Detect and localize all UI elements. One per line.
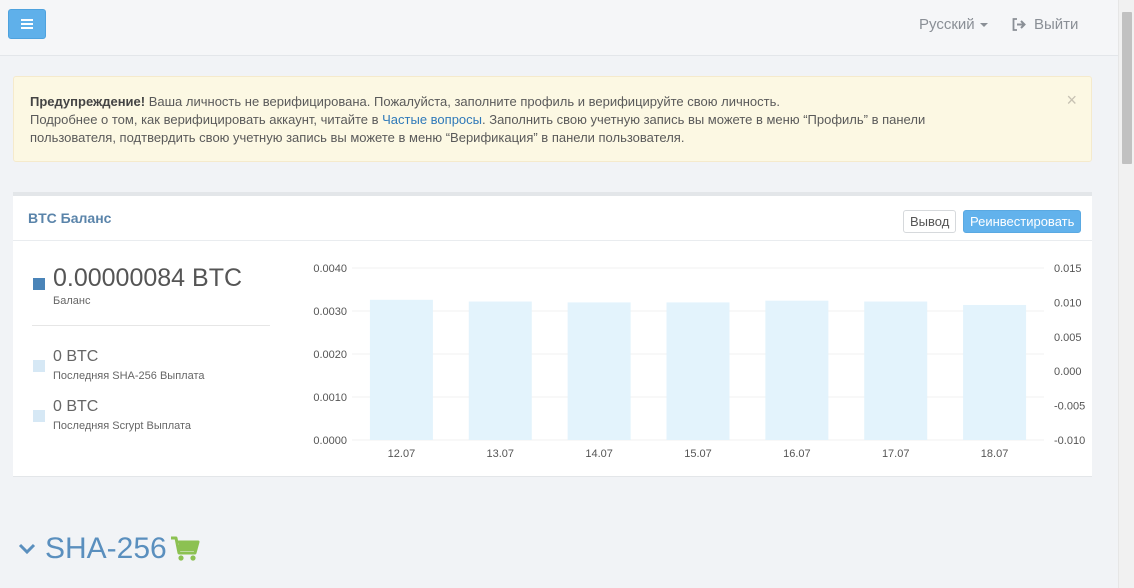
y2-tick-label: -0.005 (1054, 401, 1085, 413)
chart-bar (468, 301, 532, 440)
close-icon[interactable]: × (1066, 91, 1077, 109)
chart-bar (666, 302, 730, 440)
sha256-payout-value: 0 BTC (53, 348, 99, 365)
x-tick-label: 18.07 (981, 448, 1009, 460)
sign-out-icon (1012, 18, 1026, 31)
hamburger-icon (21, 19, 33, 29)
scrypt-payout-value: 0 BTC (53, 398, 99, 415)
x-tick-label: 17.07 (882, 448, 910, 460)
y-tick-label: 0.0020 (313, 349, 347, 361)
language-label: Русский (919, 16, 975, 33)
reinvest-button[interactable]: Реинвестировать (963, 210, 1082, 233)
panel-title: BTC Баланс (28, 210, 112, 226)
balance-bar-chart: 0.0040 0.0030 0.0020 0.0010 0.0000 0.015 0.010… (313, 263, 1085, 460)
alert-text-1: Ваша личность не верифицирована. Пожалуй… (145, 94, 780, 109)
sha256-payout-label: Последняя SHA-256 Выплата (53, 370, 205, 382)
sha256-legend-swatch (33, 360, 45, 372)
faq-link[interactable]: Частые вопросы (382, 112, 482, 127)
alert-text-2-pre: Подробнее о том, как верифицировать акка… (30, 112, 383, 127)
balance-label: Баланс (53, 295, 91, 307)
y2-tick-label: 0.010 (1054, 297, 1082, 309)
alert-line-2: Подробнее о том, как верифицировать акка… (30, 111, 1051, 129)
language-dropdown[interactable]: Русский (919, 16, 988, 33)
chevron-down-icon (18, 543, 36, 555)
x-tick-label: 12.07 (388, 448, 416, 460)
scrypt-payout-label: Последняя Scrypt Выплата (53, 420, 192, 432)
y-tick-label: 0.0010 (313, 392, 347, 404)
chart-bar (963, 304, 1027, 440)
logout-label: Выйти (1034, 16, 1079, 33)
scrollbar-thumb[interactable] (1122, 12, 1132, 164)
y2-tick-label: -0.010 (1054, 435, 1085, 447)
btc-balance-panel: BTC Баланс Вывод Реинвестировать 0.00000… (13, 192, 1092, 477)
y2-tick-label: 0.000 (1054, 366, 1082, 378)
y-tick-label: 0.0030 (313, 306, 347, 318)
x-tick-label: 15.07 (684, 448, 712, 460)
scrypt-legend-swatch (33, 410, 45, 422)
top-navbar: Русский Выйти (0, 0, 1118, 56)
chart-bar (369, 299, 433, 440)
chart-bar (864, 301, 928, 440)
section-title: SHA-256 (45, 532, 167, 565)
balance-legend-swatch (33, 278, 45, 290)
menu-toggle-button[interactable] (8, 9, 46, 39)
withdraw-button[interactable]: Вывод (903, 210, 957, 233)
y2-tick-label: 0.015 (1054, 263, 1082, 275)
alert-text-2-post: . Заполнить свою учетную запись вы может… (482, 112, 926, 127)
alert-line-3: пользователя, подтвердить свою учетную з… (30, 130, 685, 145)
logout-link[interactable]: Выйти (1012, 16, 1078, 33)
alert-strong: Предупреждение! (30, 94, 146, 109)
alert-line-1: Предупреждение! Ваша личность не верифиц… (30, 93, 1051, 111)
panel-header: BTC Баланс Вывод Реинвестировать (13, 196, 1092, 241)
stats-divider (32, 325, 270, 326)
caret-down-icon (979, 23, 988, 28)
y-tick-label: 0.0000 (313, 435, 347, 447)
chart-bar (765, 300, 829, 440)
chart-bar (567, 302, 631, 440)
x-tick-label: 16.07 (783, 448, 811, 460)
x-tick-label: 13.07 (487, 448, 515, 460)
x-tick-label: 14.07 (585, 448, 613, 460)
y2-tick-label: 0.005 (1054, 332, 1082, 344)
shopping-cart-icon[interactable] (170, 536, 200, 562)
verification-warning-alert: Предупреждение! Ваша личность не верифиц… (13, 76, 1092, 162)
balance-value: 0.00000084 BTC (53, 264, 243, 292)
page-scrollbar[interactable] (1118, 0, 1134, 588)
y-tick-label: 0.0040 (313, 263, 347, 275)
